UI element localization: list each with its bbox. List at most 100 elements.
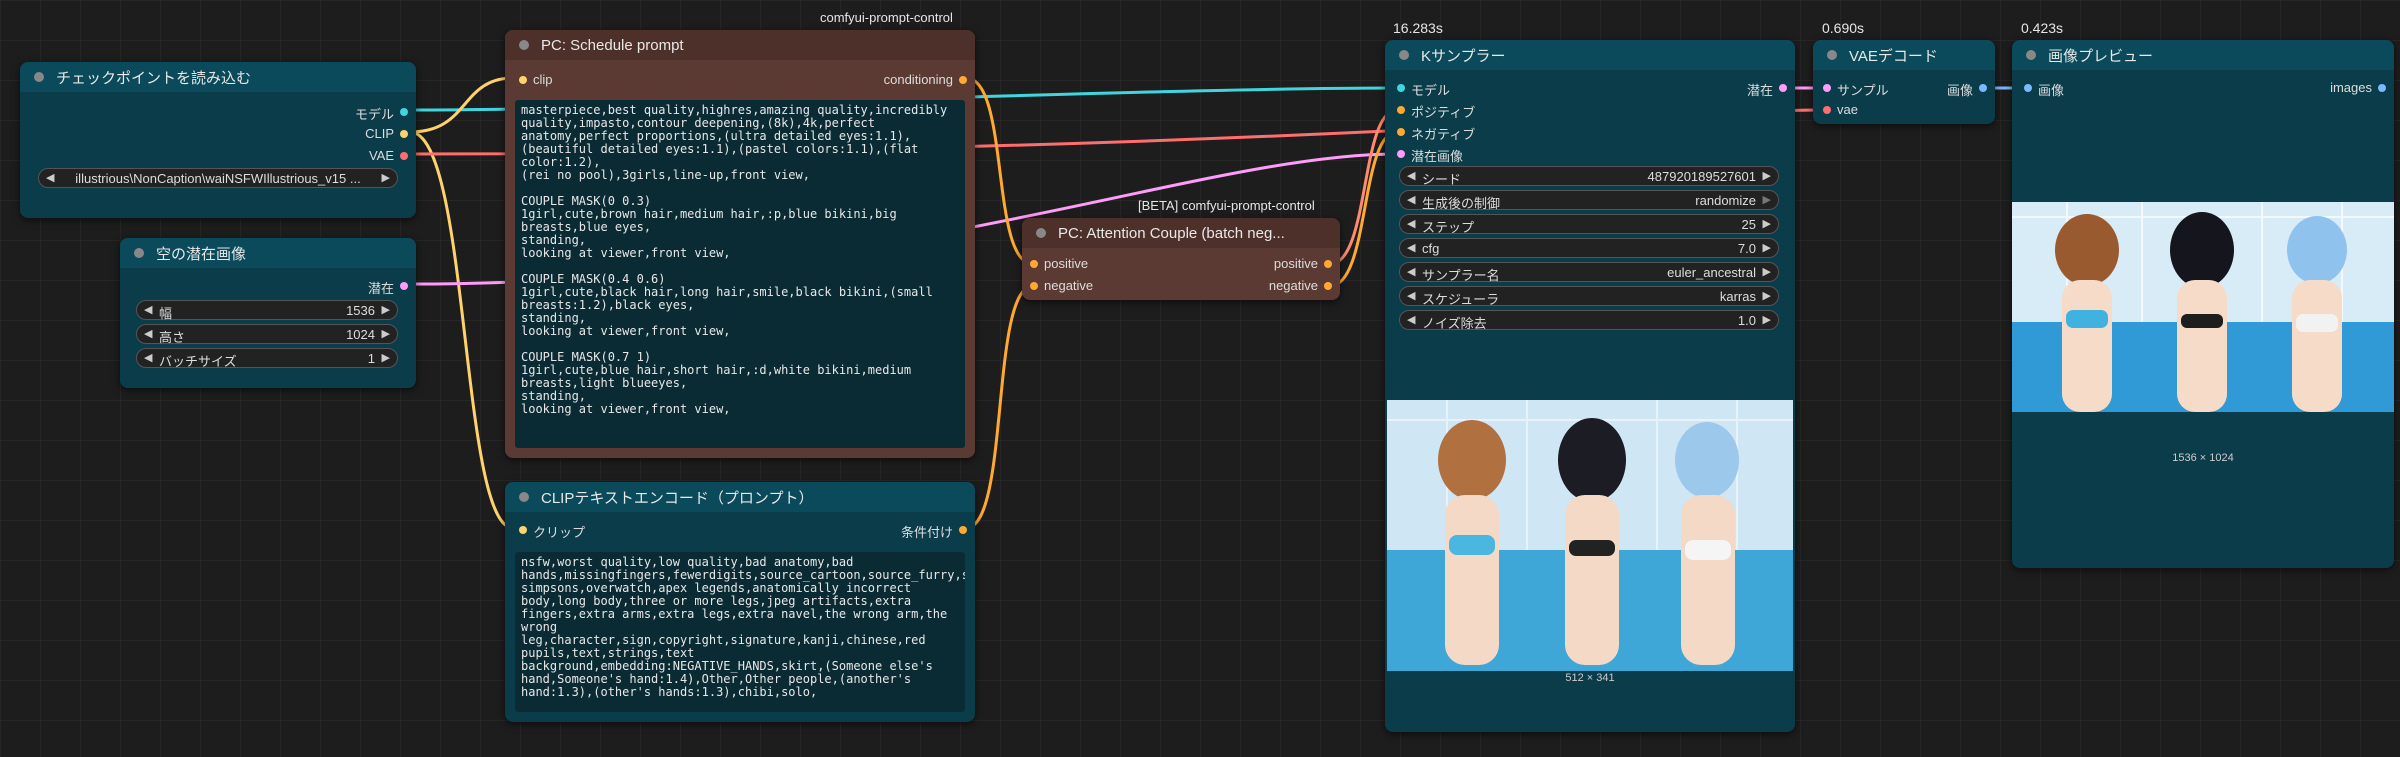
arrow-left-icon[interactable]: ◀ [1407, 313, 1415, 326]
collapse-dot-icon[interactable] [134, 248, 144, 258]
batch-size-widget[interactable]: ◀ バッチサイズ 1 ▶ [136, 348, 398, 369]
arrow-right-icon[interactable]: ▶ [382, 327, 390, 340]
arrow-right-icon[interactable]: ▶ [1763, 193, 1771, 206]
arrow-right-icon[interactable]: ▶ [382, 303, 390, 316]
node-title[interactable]: VAEデコード [1813, 40, 1995, 70]
checkpoint-loader-node[interactable]: チェックポイントを読み込む モデル CLIP VAE ◀ illustrious… [20, 62, 416, 218]
input-model[interactable]: モデル [1397, 80, 1450, 99]
port-dot-icon[interactable] [1397, 150, 1405, 158]
seed-widget[interactable]: ◀ シード 487920189527601 ▶ [1399, 166, 1779, 187]
collapse-dot-icon[interactable] [1827, 50, 1837, 60]
input-vae[interactable]: vae [1823, 102, 1858, 117]
width-widget[interactable]: ◀ 幅 1536 ▶ [136, 300, 398, 321]
output-conditioning[interactable]: conditioning [884, 72, 967, 87]
cfg-widget[interactable]: ◀ cfg 7.0 ▶ [1399, 238, 1779, 258]
node-title[interactable]: PC: Schedule prompt [505, 30, 975, 60]
steps-widget[interactable]: ◀ ステップ 25 ▶ [1399, 214, 1779, 235]
port-dot-icon[interactable] [1030, 282, 1038, 290]
port-dot-icon[interactable] [1397, 128, 1405, 136]
input-negative[interactable]: ネガティブ [1397, 124, 1475, 143]
arrow-left-icon[interactable]: ◀ [144, 351, 152, 364]
collapse-dot-icon[interactable] [1399, 50, 1409, 60]
collapse-dot-icon[interactable] [2026, 50, 2036, 60]
ckpt-name-combo[interactable]: ◀ illustrious\NonCaption\waiNSFWIllustri… [38, 168, 398, 188]
input-positive[interactable]: positive [1030, 256, 1088, 271]
node-title[interactable]: チェックポイントを読み込む [20, 62, 416, 92]
input-latent[interactable]: 潜在画像 [1397, 146, 1463, 165]
arrow-right-icon[interactable]: ▶ [1763, 265, 1771, 278]
output-positive[interactable]: positive [1274, 256, 1332, 271]
arrow-right-icon[interactable]: ▶ [1763, 169, 1771, 182]
port-dot-icon[interactable] [1779, 84, 1787, 92]
port-dot-icon[interactable] [2378, 84, 2386, 92]
height-widget[interactable]: ◀ 高さ 1024 ▶ [136, 324, 398, 345]
output-vae[interactable]: VAE [369, 148, 408, 163]
arrow-left-icon[interactable]: ◀ [1407, 241, 1415, 254]
node-title[interactable]: PC: Attention Couple (batch neg... [1022, 218, 1340, 248]
collapse-dot-icon[interactable] [34, 72, 44, 82]
node-title[interactable]: CLIPテキストエンコード（プロンプト） [505, 482, 975, 512]
arrow-right-icon[interactable]: ▶ [1763, 289, 1771, 302]
preview-image-node[interactable]: 画像プレビュー 画像 images 1536 × 1024 [2012, 40, 2394, 568]
port-dot-icon[interactable] [2024, 84, 2032, 92]
output-image[interactable]: 画像 [1947, 80, 1987, 99]
port-dot-icon[interactable] [400, 282, 408, 290]
output-latent[interactable]: 潜在 [368, 278, 408, 297]
node-title[interactable]: 画像プレビュー [2012, 40, 2394, 70]
input-clip[interactable]: clip [519, 72, 553, 87]
prompt-textarea[interactable]: masterpiece,best quality,highres,amazing… [515, 100, 965, 448]
clip-text-encode-node[interactable]: CLIPテキストエンコード（プロンプト） クリップ 条件付け nsfw,wors… [505, 482, 975, 722]
input-negative[interactable]: negative [1030, 278, 1093, 293]
input-clip[interactable]: クリップ [519, 522, 585, 541]
arrow-right-icon[interactable]: ▶ [1763, 241, 1771, 254]
arrow-left-icon[interactable]: ◀ [1407, 193, 1415, 206]
control-after-generate-widget[interactable]: ◀ 生成後の制御 randomize ▶ [1399, 190, 1779, 211]
input-samples[interactable]: サンプル [1823, 80, 1889, 99]
arrow-left-icon[interactable]: ◀ [1407, 217, 1415, 230]
output-negative[interactable]: negative [1269, 278, 1332, 293]
arrow-right-icon[interactable]: ▶ [1763, 313, 1771, 326]
port-dot-icon[interactable] [1324, 282, 1332, 290]
collapse-dot-icon[interactable] [1036, 228, 1046, 238]
vae-decode-node[interactable]: VAEデコード サンプル vae 画像 [1813, 40, 1995, 124]
port-dot-icon[interactable] [519, 76, 527, 84]
port-dot-icon[interactable] [1979, 84, 1987, 92]
ksampler-node[interactable]: Kサンプラー モデル ポジティブ ネガティブ 潜在画像 潜在 ◀ シード 48792… [1385, 40, 1795, 732]
collapse-dot-icon[interactable] [519, 492, 529, 502]
port-dot-icon[interactable] [1324, 260, 1332, 268]
node-title[interactable]: Kサンプラー [1385, 40, 1795, 70]
arrow-left-icon[interactable]: ◀ [1407, 265, 1415, 278]
port-dot-icon[interactable] [519, 526, 527, 534]
output-latent[interactable]: 潜在 [1747, 80, 1787, 99]
output-clip[interactable]: CLIP [365, 126, 408, 141]
port-dot-icon[interactable] [1397, 106, 1405, 114]
collapse-dot-icon[interactable] [519, 40, 529, 50]
arrow-left-icon[interactable]: ◀ [144, 327, 152, 340]
arrow-left-icon[interactable]: ◀ [46, 171, 54, 184]
input-images[interactable]: 画像 [2024, 80, 2064, 99]
port-dot-icon[interactable] [1030, 260, 1038, 268]
arrow-left-icon[interactable]: ◀ [144, 303, 152, 316]
scheduler-widget[interactable]: ◀ スケジューラ karras ▶ [1399, 286, 1779, 307]
arrow-right-icon[interactable]: ▶ [1763, 217, 1771, 230]
input-positive[interactable]: ポジティブ [1397, 102, 1475, 121]
node-title[interactable]: 空の潜在画像 [120, 238, 416, 268]
sampler-name-widget[interactable]: ◀ サンプラー名 euler_ancestral ▶ [1399, 262, 1779, 283]
port-dot-icon[interactable] [959, 526, 967, 534]
output-model[interactable]: モデル [355, 104, 408, 123]
denoise-widget[interactable]: ◀ ノイズ除去 1.0 ▶ [1399, 310, 1779, 331]
schedule-prompt-node[interactable]: PC: Schedule prompt clip conditioning ma… [505, 30, 975, 458]
port-dot-icon[interactable] [959, 76, 967, 84]
negative-prompt-textarea[interactable]: nsfw,worst quality,low quality,bad anato… [515, 552, 965, 712]
port-dot-icon[interactable] [1823, 84, 1831, 92]
port-dot-icon[interactable] [400, 108, 408, 116]
attention-couple-node[interactable]: PC: Attention Couple (batch neg... posit… [1022, 218, 1340, 300]
port-dot-icon[interactable] [1397, 84, 1405, 92]
arrow-right-icon[interactable]: ▶ [382, 351, 390, 364]
output-conditioning[interactable]: 条件付け [901, 522, 967, 541]
arrow-left-icon[interactable]: ◀ [1407, 169, 1415, 182]
port-dot-icon[interactable] [400, 130, 408, 138]
port-dot-icon[interactable] [1823, 106, 1831, 114]
output-images[interactable]: images [2330, 80, 2386, 95]
arrow-left-icon[interactable]: ◀ [1407, 289, 1415, 302]
